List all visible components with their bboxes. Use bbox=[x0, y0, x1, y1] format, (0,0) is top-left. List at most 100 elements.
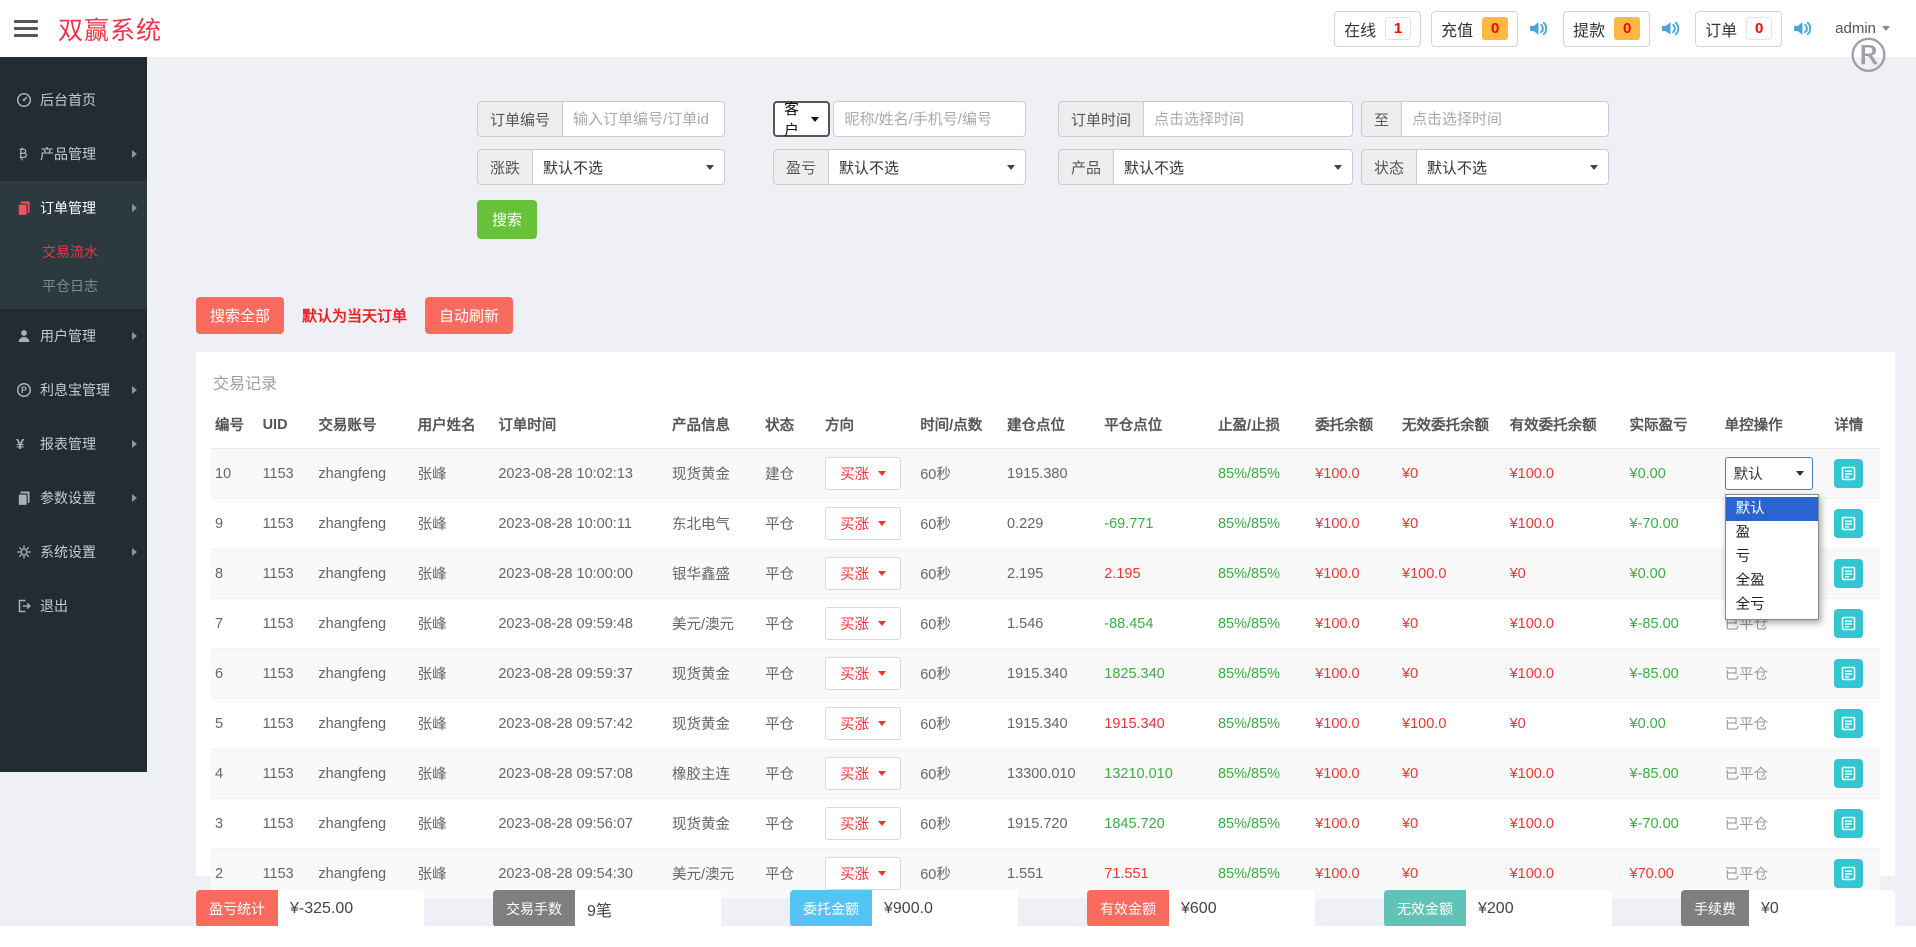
stat-orders[interactable]: 订单 0 bbox=[1695, 11, 1782, 47]
sidebar-item-products[interactable]: 产品管理 bbox=[0, 127, 147, 181]
detail-button[interactable] bbox=[1834, 609, 1863, 638]
cell-id: 10 bbox=[211, 449, 259, 499]
cell-sl: 85%/85% bbox=[1214, 549, 1311, 599]
sidebar-item-system[interactable]: 系统设置 bbox=[0, 525, 147, 579]
detail-button[interactable] bbox=[1834, 559, 1863, 588]
cell-open: 1915.720 bbox=[1003, 799, 1100, 849]
direction-select[interactable]: 买涨 bbox=[825, 757, 901, 790]
direction-select[interactable]: 买涨 bbox=[825, 807, 901, 840]
detail-button[interactable] bbox=[1834, 809, 1863, 838]
direction-select[interactable]: 买涨 bbox=[825, 707, 901, 740]
stat-withdraw[interactable]: 提款 0 bbox=[1563, 11, 1650, 47]
customer-type-value: 客户 bbox=[784, 98, 801, 140]
cell-direction: 买涨 bbox=[821, 499, 916, 549]
speaker-icon[interactable] bbox=[1660, 19, 1681, 38]
stat-label: 提款 bbox=[1573, 17, 1605, 41]
direction-select[interactable]: 买涨 bbox=[825, 507, 901, 540]
cell-entrust: ¥100.0 bbox=[1311, 749, 1398, 799]
sidebar-item-users[interactable]: 用户管理 bbox=[0, 309, 147, 363]
dropdown-option[interactable]: 全亏 bbox=[1726, 593, 1818, 617]
detail-button[interactable] bbox=[1834, 859, 1863, 888]
sidebar-item-label: 产品管理 bbox=[40, 144, 96, 164]
speaker-icon[interactable] bbox=[1528, 19, 1549, 38]
stat-label: 订单 bbox=[1705, 17, 1737, 41]
sidebar-item-reports[interactable]: ¥ 报表管理 bbox=[0, 417, 147, 471]
detail-button[interactable] bbox=[1834, 709, 1863, 738]
chevron-down-icon bbox=[811, 117, 819, 122]
sidebar-subitem-close-log[interactable]: 平仓日志 bbox=[0, 269, 147, 303]
control-select[interactable]: 默认 bbox=[1725, 457, 1813, 490]
col-detail: 详情 bbox=[1830, 408, 1880, 449]
detail-button[interactable] bbox=[1834, 659, 1863, 688]
dropdown-option[interactable]: 盈 bbox=[1726, 521, 1818, 545]
cell-account: zhangfeng bbox=[314, 499, 413, 549]
hamburger-menu-icon[interactable] bbox=[14, 20, 38, 37]
detail-button[interactable] bbox=[1834, 459, 1863, 488]
cell-sl: 85%/85% bbox=[1214, 749, 1311, 799]
sidebar-item-orders[interactable]: 订单管理 bbox=[0, 181, 147, 235]
direction-select[interactable]: 买涨 bbox=[825, 557, 901, 590]
end-time-input[interactable] bbox=[1401, 101, 1609, 137]
cell-time: 2023-08-28 09:56:07 bbox=[494, 799, 668, 849]
filter-label: 至 bbox=[1361, 101, 1401, 137]
cell-status: 平仓 bbox=[761, 499, 821, 549]
sidebar-item-label: 系统设置 bbox=[40, 542, 96, 562]
direction-select[interactable]: 买涨 bbox=[825, 657, 901, 690]
filter-label: 订单时间 bbox=[1058, 101, 1143, 137]
cell-detail bbox=[1830, 799, 1880, 849]
cell-status: 平仓 bbox=[761, 699, 821, 749]
col-id: 编号 bbox=[211, 408, 259, 449]
cell-duration: 60秒 bbox=[916, 449, 1003, 499]
detail-button[interactable] bbox=[1834, 759, 1863, 788]
cell-name: 张峰 bbox=[414, 499, 495, 549]
sidebar-subitem-trade-flow[interactable]: 交易流水 bbox=[0, 235, 147, 269]
direction-select[interactable]: 买涨 bbox=[825, 607, 901, 640]
sidebar-item-interest[interactable]: P 利息宝管理 bbox=[0, 363, 147, 417]
order-no-input[interactable] bbox=[562, 101, 725, 137]
summary-item: 交易手数 9笔 bbox=[493, 890, 721, 927]
cell-account: zhangfeng bbox=[314, 649, 413, 699]
rise-fall-select[interactable]: 默认不选 bbox=[532, 149, 725, 185]
customer-type-select[interactable]: 客户 bbox=[773, 101, 830, 137]
sidebar-item-dashboard[interactable]: 后台首页 bbox=[0, 73, 147, 127]
sidebar-item-params[interactable]: 参数设置 bbox=[0, 471, 147, 525]
detail-button[interactable] bbox=[1834, 509, 1863, 538]
stat-deposit[interactable]: 充值 0 bbox=[1431, 11, 1518, 47]
sidebar-item-logout[interactable]: 退出 bbox=[0, 579, 147, 633]
cell-name: 张峰 bbox=[414, 449, 495, 499]
cell-close: -88.454 bbox=[1100, 599, 1214, 649]
customer-input[interactable] bbox=[833, 101, 1026, 137]
chevron-right-icon bbox=[132, 440, 137, 448]
speaker-icon[interactable] bbox=[1792, 19, 1813, 38]
cell-uid: 1153 bbox=[259, 649, 315, 699]
dropdown-option[interactable]: 默认 bbox=[1726, 497, 1818, 521]
cell-control: 已平仓 bbox=[1721, 799, 1831, 849]
cell-valid: ¥100.0 bbox=[1506, 499, 1626, 549]
cell-profit: ¥0.00 bbox=[1626, 699, 1721, 749]
direction-select[interactable]: 买涨 bbox=[825, 857, 901, 890]
chevron-right-icon bbox=[132, 204, 137, 212]
dropdown-option[interactable]: 亏 bbox=[1726, 545, 1818, 569]
start-time-input[interactable] bbox=[1143, 101, 1353, 137]
bitcoin-icon bbox=[16, 146, 40, 162]
table-row: 91153zhangfeng张峰2023-08-28 10:00:11东北电气平… bbox=[211, 499, 1880, 549]
search-all-button[interactable]: 搜索全部 bbox=[196, 297, 284, 334]
direction-select[interactable]: 买涨 bbox=[825, 457, 901, 490]
profit-loss-select[interactable]: 默认不选 bbox=[828, 149, 1026, 185]
dropdown-option[interactable]: 全盈 bbox=[1726, 569, 1818, 593]
cell-name: 张峰 bbox=[414, 699, 495, 749]
cell-profit: ¥0.00 bbox=[1626, 549, 1721, 599]
cell-entrust: ¥100.0 bbox=[1311, 499, 1398, 549]
auto-refresh-button[interactable]: 自动刷新 bbox=[425, 297, 513, 334]
product-select[interactable]: 默认不选 bbox=[1113, 149, 1353, 185]
cell-sl: 85%/85% bbox=[1214, 599, 1311, 649]
cell-control: 已平仓 bbox=[1721, 749, 1831, 799]
svg-text:P: P bbox=[21, 385, 27, 395]
search-button[interactable]: 搜索 bbox=[477, 200, 537, 239]
stat-online[interactable]: 在线 1 bbox=[1334, 11, 1421, 47]
filter-profit-loss: 盈亏 默认不选 bbox=[773, 149, 1026, 185]
col-invalid: 无效委托余额 bbox=[1398, 408, 1506, 449]
sidebar-item-label: 后台首页 bbox=[40, 90, 96, 110]
col-valid: 有效委托余额 bbox=[1506, 408, 1626, 449]
status-select[interactable]: 默认不选 bbox=[1416, 149, 1609, 185]
